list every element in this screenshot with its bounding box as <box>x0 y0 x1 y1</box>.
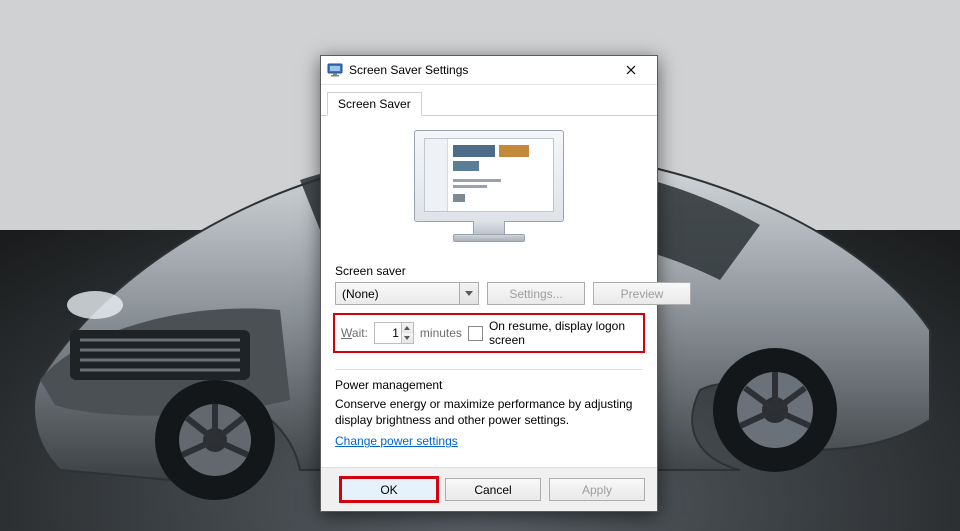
tab-strip: Screen Saver <box>321 85 657 116</box>
wait-label: Wait: <box>341 326 368 340</box>
power-description: Conserve energy or maximize performance … <box>335 396 643 428</box>
tab-screen-saver[interactable]: Screen Saver <box>327 92 422 116</box>
cancel-button[interactable]: Cancel <box>445 478 541 501</box>
app-icon <box>327 62 343 78</box>
screensaver-dropdown[interactable]: (None) <box>335 282 479 305</box>
wait-value-input[interactable] <box>375 323 401 343</box>
monitor-preview <box>335 130 643 250</box>
apply-button[interactable]: Apply <box>549 478 645 501</box>
wait-spinner[interactable] <box>374 322 414 344</box>
change-power-settings-link[interactable]: Change power settings <box>335 434 643 448</box>
ok-button[interactable]: OK <box>341 478 437 501</box>
spinner-up[interactable] <box>402 323 413 333</box>
preview-button[interactable]: Preview <box>593 282 691 305</box>
settings-button[interactable]: Settings... <box>487 282 585 305</box>
resume-logon-label: On resume, display logon screen <box>489 319 637 347</box>
screensaver-selected: (None) <box>342 287 379 301</box>
chevron-down-icon <box>404 336 410 340</box>
tab-body: Screen saver (None) Settings... Preview … <box>321 116 657 467</box>
window-title: Screen Saver Settings <box>349 63 609 77</box>
dialog-footer: OK Cancel Apply <box>321 467 657 511</box>
wait-units: minutes <box>420 326 462 340</box>
power-group-label: Power management <box>335 378 643 392</box>
close-button[interactable] <box>609 56 653 84</box>
screen-saver-settings-dialog: Screen Saver Settings Screen Saver <box>320 55 658 512</box>
resume-logon-checkbox[interactable] <box>468 326 483 341</box>
screensaver-group-label: Screen saver <box>335 264 643 278</box>
chevron-up-icon <box>404 326 410 330</box>
titlebar[interactable]: Screen Saver Settings <box>321 56 657 85</box>
wait-row-highlight: Wait: minutes On resume, display logon s… <box>333 313 645 353</box>
separator <box>335 369 643 370</box>
close-icon <box>626 65 636 75</box>
dialog-client-area: Screen Saver <box>321 85 657 511</box>
chevron-down-icon <box>465 291 473 296</box>
dropdown-button[interactable] <box>459 283 478 304</box>
spinner-down[interactable] <box>402 333 413 343</box>
